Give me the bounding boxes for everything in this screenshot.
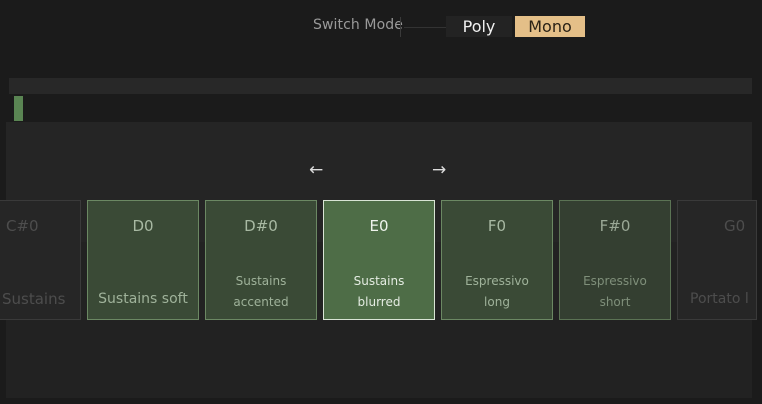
card-desc-line1: Sustains	[353, 274, 405, 288]
card-desc-line2: short	[599, 295, 631, 309]
articulation-card-f-sharp-0[interactable]: F#0 Espressivo short	[559, 200, 671, 320]
card-note: G0	[724, 217, 746, 235]
arrow-right-icon[interactable]: →	[432, 160, 446, 180]
card-note: F#0	[599, 217, 631, 235]
card-desc-line1: Espressivo	[465, 274, 529, 288]
articulation-card-c-sharp-0[interactable]: C#0 Sustains	[0, 200, 81, 320]
card-note: D0	[132, 217, 154, 235]
poly-mode-button[interactable]: Poly	[446, 16, 512, 37]
articulation-card-d0[interactable]: D0 Sustains soft	[87, 200, 199, 320]
articulation-card-d-sharp-0[interactable]: D#0 Sustains accented	[205, 200, 317, 320]
switch-connector-line	[404, 27, 448, 28]
card-desc: Sustains blurred	[324, 271, 434, 313]
arrow-left-icon[interactable]: ←	[309, 160, 323, 180]
card-note: E0	[369, 217, 389, 235]
articulation-card-g0[interactable]: G0 Portato l	[677, 200, 757, 320]
switch-divider	[400, 17, 401, 37]
articulation-card-e0[interactable]: E0 Sustains blurred	[323, 200, 435, 320]
app-root: Switch Mode Poly Mono ← → C#0 Sustains D…	[0, 0, 762, 404]
card-desc: Espressivo long	[442, 271, 552, 313]
card-desc-line2: long	[484, 295, 510, 309]
articulation-card-f0[interactable]: F0 Espressivo long	[441, 200, 553, 320]
card-desc: Portato l	[690, 291, 749, 307]
keyswitch-strip[interactable]	[9, 78, 752, 94]
card-desc-line1: Sustains	[235, 274, 287, 288]
card-desc: Sustains soft	[98, 291, 188, 307]
card-desc: Sustains accented	[206, 271, 316, 313]
card-desc: Sustains	[2, 290, 66, 308]
active-keyswitch-marker[interactable]	[14, 96, 23, 121]
card-note: F0	[487, 217, 507, 235]
card-note: D#0	[244, 217, 278, 235]
card-desc-line2: blurred	[357, 295, 401, 309]
switch-mode-label: Switch Mode	[313, 17, 403, 33]
card-desc-line1: Espressivo	[583, 274, 647, 288]
mono-mode-button[interactable]: Mono	[515, 16, 585, 37]
card-note: C#0	[6, 217, 39, 235]
card-desc-line2: accented	[233, 295, 289, 309]
card-desc: Espressivo short	[560, 271, 670, 313]
